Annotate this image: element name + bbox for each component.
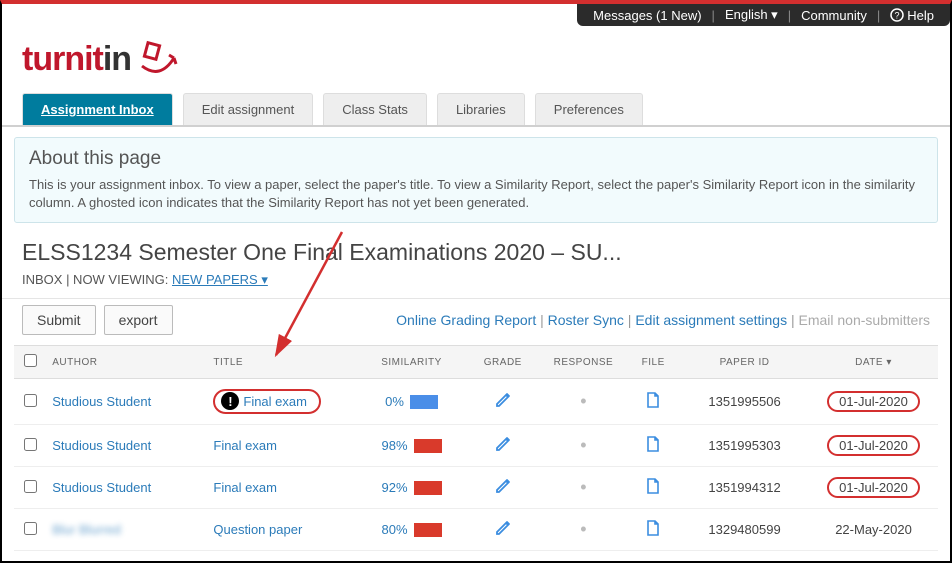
download-file-icon[interactable] (646, 523, 660, 540)
paper-id: 1351995506 (680, 379, 809, 425)
row-checkbox[interactable] (24, 480, 37, 493)
col-date[interactable]: DATE ▾ (809, 346, 938, 379)
messages-link[interactable]: Messages (1 New) (593, 8, 701, 23)
about-body: This is your assignment inbox. To view a… (29, 176, 923, 212)
paper-id: 1351995303 (680, 425, 809, 467)
action-links: Online Grading Report | Roster Sync | Ed… (396, 312, 930, 328)
community-link[interactable]: Community (801, 8, 867, 23)
logo-swirl-icon (136, 36, 180, 76)
response-placeholder: • (580, 391, 586, 411)
download-file-icon[interactable] (646, 481, 660, 498)
row-checkbox[interactable] (24, 394, 37, 407)
tab-preferences[interactable]: Preferences (535, 93, 643, 125)
paper-id: 1329480599 (680, 509, 809, 551)
turnitin-logo: turnitin (22, 40, 180, 78)
date-value: 01-Jul-2020 (827, 477, 920, 498)
paper-title-link[interactable]: Question paper (213, 522, 302, 537)
grade-pencil-icon[interactable] (495, 396, 511, 411)
paper-id: 1351994312 (680, 467, 809, 509)
grade-pencil-icon[interactable] (495, 482, 511, 497)
col-similarity[interactable]: SIMILARITY (358, 346, 465, 379)
email-non-submitters: Email non-submitters (799, 312, 931, 328)
online-grading-report-link[interactable]: Online Grading Report (396, 312, 536, 328)
similarity-link[interactable]: 92% (381, 480, 441, 495)
author-link[interactable]: Blur Blurred (52, 522, 121, 537)
author-link[interactable]: Studious Student (52, 438, 151, 453)
date-value: 01-Jul-2020 (827, 435, 920, 456)
sort-indicator-icon: ▾ (886, 357, 892, 368)
paper-title-link[interactable]: Final exam (213, 438, 277, 453)
similarity-bar-icon (414, 523, 442, 537)
col-grade[interactable]: GRADE (465, 346, 540, 379)
tab-assignment-inbox[interactable]: Assignment Inbox (22, 93, 173, 125)
paper-title-link[interactable]: Final exam (243, 394, 307, 409)
export-button[interactable]: export (104, 305, 173, 335)
table-row: Studious Student ! Final exam 0% • 135199… (14, 379, 938, 425)
similarity-bar-icon (410, 395, 438, 409)
paper-title-link[interactable]: Final exam (213, 480, 277, 495)
table-row: Studious Student Final exam 98% • 135199… (14, 425, 938, 467)
author-link[interactable]: Studious Student (52, 480, 151, 495)
col-paperid[interactable]: PAPER ID (680, 346, 809, 379)
col-file[interactable]: FILE (626, 346, 680, 379)
table-row: Studious Student Final exam 92% • 135199… (14, 467, 938, 509)
response-placeholder: • (580, 519, 586, 539)
about-panel: About this page This is your assignment … (14, 137, 938, 223)
tab-class-stats[interactable]: Class Stats (323, 93, 427, 125)
svg-text:?: ? (895, 11, 900, 21)
tab-edit-assignment[interactable]: Edit assignment (183, 93, 314, 125)
viewing-filter: INBOX | NOW VIEWING: NEW PAPERS ▾ (2, 272, 950, 298)
download-file-icon[interactable] (646, 395, 660, 412)
assignment-heading: ELSS1234 Semester One Final Examinations… (2, 223, 950, 272)
author-link[interactable]: Studious Student (52, 394, 151, 409)
help-icon: ? (890, 8, 904, 22)
date-value: 22-May-2020 (835, 522, 912, 537)
download-file-icon[interactable] (646, 439, 660, 456)
submit-button[interactable]: Submit (22, 305, 96, 335)
similarity-link[interactable]: 98% (381, 438, 441, 453)
tab-libraries[interactable]: Libraries (437, 93, 525, 125)
grade-pencil-icon[interactable] (495, 524, 511, 539)
col-title[interactable]: TITLE (207, 346, 357, 379)
help-link[interactable]: ? Help (890, 8, 934, 23)
row-checkbox[interactable] (24, 438, 37, 451)
similarity-bar-icon (414, 481, 442, 495)
response-placeholder: • (580, 477, 586, 497)
grade-pencil-icon[interactable] (495, 440, 511, 455)
alert-icon: ! (221, 392, 239, 410)
table-row: Blur Blurred Question paper 80% • 132948… (14, 509, 938, 551)
col-author[interactable]: AUTHOR (46, 346, 207, 379)
select-all-checkbox[interactable] (24, 354, 37, 367)
row-checkbox[interactable] (24, 522, 37, 535)
edit-settings-link[interactable]: Edit assignment settings (635, 312, 787, 328)
viewing-dropdown[interactable]: NEW PAPERS ▾ (172, 272, 268, 287)
about-title: About this page (29, 148, 923, 170)
top-utility-bar: Messages (1 New) | English ▾ | Community… (2, 4, 950, 26)
language-selector[interactable]: English ▾ (725, 7, 778, 23)
roster-sync-link[interactable]: Roster Sync (548, 312, 624, 328)
similarity-bar-icon (414, 439, 442, 453)
response-placeholder: • (580, 435, 586, 455)
col-response[interactable]: RESPONSE (540, 346, 626, 379)
main-tabs: Assignment Inbox Edit assignment Class S… (2, 93, 950, 127)
similarity-link[interactable]: 0% (385, 394, 438, 409)
date-value: 01-Jul-2020 (827, 391, 920, 412)
similarity-link[interactable]: 80% (381, 522, 441, 537)
submissions-table: AUTHOR TITLE SIMILARITY GRADE RESPONSE F… (14, 345, 938, 551)
